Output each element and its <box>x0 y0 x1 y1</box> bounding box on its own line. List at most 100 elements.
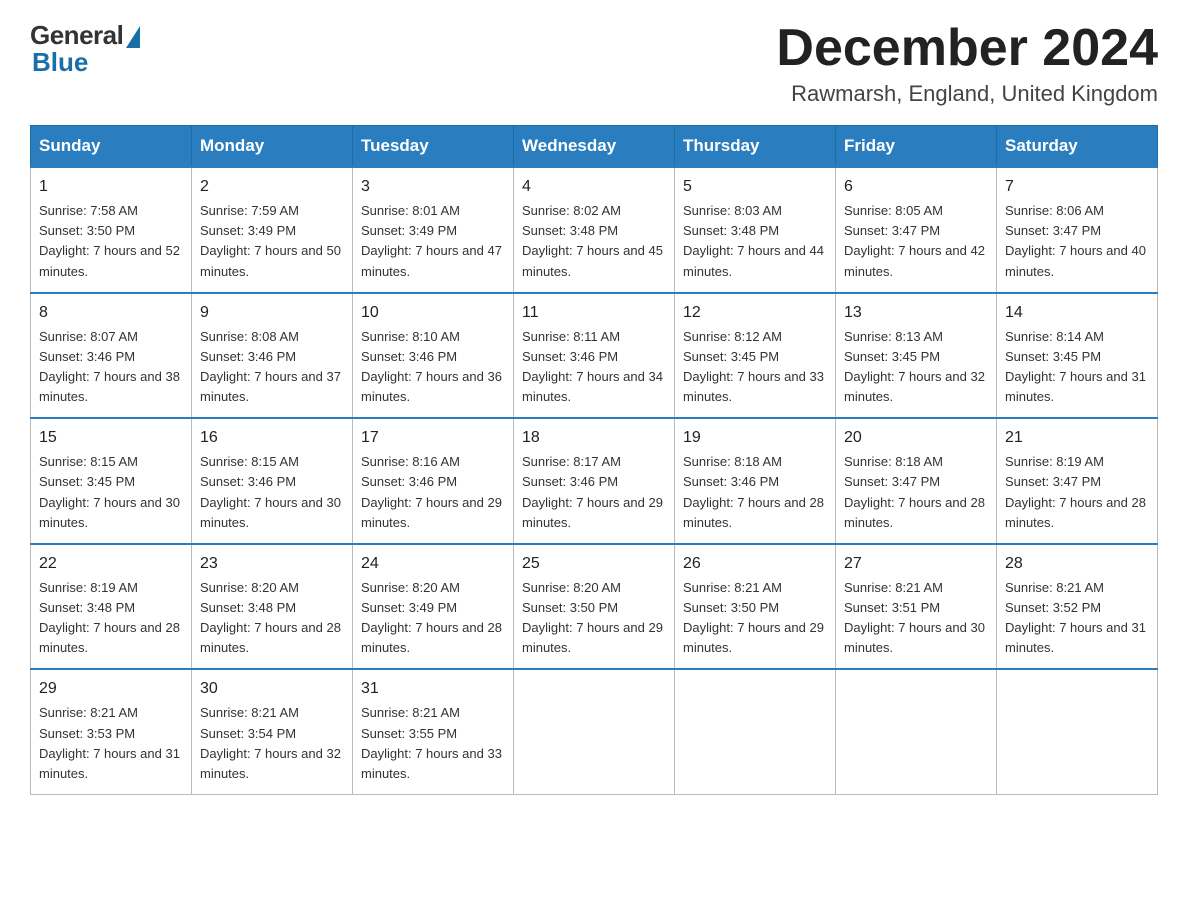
day-info: Sunrise: 8:08 AMSunset: 3:46 PMDaylight:… <box>200 329 341 404</box>
day-number: 24 <box>361 552 505 576</box>
col-header-monday: Monday <box>192 126 353 168</box>
calendar-day-cell: 20Sunrise: 8:18 AMSunset: 3:47 PMDayligh… <box>836 418 997 544</box>
calendar-day-cell: 9 Sunrise: 8:08 AMSunset: 3:46 PMDaylight… <box>192 293 353 419</box>
day-number: 11 <box>522 301 666 325</box>
day-info: Sunrise: 8:21 AMSunset: 3:53 PMDaylight:… <box>39 705 180 780</box>
day-number: 17 <box>361 426 505 450</box>
day-info: Sunrise: 8:20 AMSunset: 3:48 PMDaylight:… <box>200 580 341 655</box>
day-number: 18 <box>522 426 666 450</box>
day-info: Sunrise: 8:21 AMSunset: 3:55 PMDaylight:… <box>361 705 502 780</box>
calendar-day-cell: 6 Sunrise: 8:05 AMSunset: 3:47 PMDaylight… <box>836 167 997 293</box>
day-number: 28 <box>1005 552 1149 576</box>
calendar-week-row: 8 Sunrise: 8:07 AMSunset: 3:46 PMDaylight… <box>31 293 1158 419</box>
day-info: Sunrise: 8:07 AMSunset: 3:46 PMDaylight:… <box>39 329 180 404</box>
calendar-week-row: 29 Sunrise: 8:21 AMSunset: 3:53 PMDayligh… <box>31 669 1158 794</box>
day-info: Sunrise: 8:21 AMSunset: 3:51 PMDaylight:… <box>844 580 985 655</box>
day-number: 16 <box>200 426 344 450</box>
calendar-empty-cell <box>675 669 836 794</box>
day-number: 6 <box>844 175 988 199</box>
calendar-empty-cell <box>514 669 675 794</box>
calendar-day-cell: 26Sunrise: 8:21 AMSunset: 3:50 PMDayligh… <box>675 544 836 670</box>
calendar-day-cell: 5Sunrise: 8:03 AMSunset: 3:48 PMDaylight… <box>675 167 836 293</box>
day-number: 4 <box>522 175 666 199</box>
calendar-day-cell: 14 Sunrise: 8:14 AMSunset: 3:45 PMDayligh… <box>997 293 1158 419</box>
col-header-friday: Friday <box>836 126 997 168</box>
day-info: Sunrise: 8:01 AMSunset: 3:49 PMDaylight:… <box>361 203 502 278</box>
day-info: Sunrise: 8:14 AMSunset: 3:45 PMDaylight:… <box>1005 329 1146 404</box>
calendar-day-cell: 13Sunrise: 8:13 AMSunset: 3:45 PMDayligh… <box>836 293 997 419</box>
day-info: Sunrise: 8:12 AMSunset: 3:45 PMDaylight:… <box>683 329 824 404</box>
day-number: 23 <box>200 552 344 576</box>
calendar-day-cell: 2Sunrise: 7:59 AMSunset: 3:49 PMDaylight… <box>192 167 353 293</box>
day-number: 31 <box>361 677 505 701</box>
calendar-day-cell: 30Sunrise: 8:21 AMSunset: 3:54 PMDayligh… <box>192 669 353 794</box>
day-number: 26 <box>683 552 827 576</box>
day-number: 29 <box>39 677 183 701</box>
day-number: 7 <box>1005 175 1149 199</box>
day-info: Sunrise: 8:06 AMSunset: 3:47 PMDaylight:… <box>1005 203 1146 278</box>
month-title: December 2024 <box>776 20 1158 77</box>
page-header: General Blue December 2024 Rawmarsh, Eng… <box>30 20 1158 107</box>
logo: General Blue <box>30 20 140 78</box>
calendar-day-cell: 11 Sunrise: 8:11 AMSunset: 3:46 PMDayligh… <box>514 293 675 419</box>
calendar-day-cell: 29 Sunrise: 8:21 AMSunset: 3:53 PMDayligh… <box>31 669 192 794</box>
calendar-empty-cell <box>997 669 1158 794</box>
calendar-day-cell: 7 Sunrise: 8:06 AMSunset: 3:47 PMDaylight… <box>997 167 1158 293</box>
day-info: Sunrise: 8:10 AMSunset: 3:46 PMDaylight:… <box>361 329 502 404</box>
calendar-day-cell: 27Sunrise: 8:21 AMSunset: 3:51 PMDayligh… <box>836 544 997 670</box>
calendar-day-cell: 1Sunrise: 7:58 AMSunset: 3:50 PMDaylight… <box>31 167 192 293</box>
calendar-header-row: SundayMondayTuesdayWednesdayThursdayFrid… <box>31 126 1158 168</box>
calendar-day-cell: 25 Sunrise: 8:20 AMSunset: 3:50 PMDayligh… <box>514 544 675 670</box>
calendar-day-cell: 18Sunrise: 8:17 AMSunset: 3:46 PMDayligh… <box>514 418 675 544</box>
day-number: 14 <box>1005 301 1149 325</box>
day-info: Sunrise: 8:20 AMSunset: 3:49 PMDaylight:… <box>361 580 502 655</box>
day-info: Sunrise: 8:20 AMSunset: 3:50 PMDaylight:… <box>522 580 663 655</box>
day-info: Sunrise: 8:15 AMSunset: 3:45 PMDaylight:… <box>39 454 180 529</box>
calendar-day-cell: 28 Sunrise: 8:21 AMSunset: 3:52 PMDayligh… <box>997 544 1158 670</box>
logo-blue-text: Blue <box>32 47 88 78</box>
day-number: 8 <box>39 301 183 325</box>
calendar-week-row: 1Sunrise: 7:58 AMSunset: 3:50 PMDaylight… <box>31 167 1158 293</box>
day-info: Sunrise: 7:58 AMSunset: 3:50 PMDaylight:… <box>39 203 180 278</box>
calendar-day-cell: 24 Sunrise: 8:20 AMSunset: 3:49 PMDayligh… <box>353 544 514 670</box>
day-number: 21 <box>1005 426 1149 450</box>
day-info: Sunrise: 8:18 AMSunset: 3:46 PMDaylight:… <box>683 454 824 529</box>
calendar-table: SundayMondayTuesdayWednesdayThursdayFrid… <box>30 125 1158 795</box>
calendar-week-row: 22Sunrise: 8:19 AMSunset: 3:48 PMDayligh… <box>31 544 1158 670</box>
calendar-day-cell: 17 Sunrise: 8:16 AMSunset: 3:46 PMDayligh… <box>353 418 514 544</box>
day-number: 20 <box>844 426 988 450</box>
day-info: Sunrise: 8:05 AMSunset: 3:47 PMDaylight:… <box>844 203 985 278</box>
day-info: Sunrise: 8:11 AMSunset: 3:46 PMDaylight:… <box>522 329 663 404</box>
calendar-day-cell: 12 Sunrise: 8:12 AMSunset: 3:45 PMDayligh… <box>675 293 836 419</box>
day-info: Sunrise: 8:19 AMSunset: 3:47 PMDaylight:… <box>1005 454 1146 529</box>
day-number: 2 <box>200 175 344 199</box>
day-number: 10 <box>361 301 505 325</box>
day-info: Sunrise: 8:03 AMSunset: 3:48 PMDaylight:… <box>683 203 824 278</box>
col-header-saturday: Saturday <box>997 126 1158 168</box>
calendar-day-cell: 10 Sunrise: 8:10 AMSunset: 3:46 PMDayligh… <box>353 293 514 419</box>
day-number: 19 <box>683 426 827 450</box>
calendar-day-cell: 15 Sunrise: 8:15 AMSunset: 3:45 PMDayligh… <box>31 418 192 544</box>
day-info: Sunrise: 8:02 AMSunset: 3:48 PMDaylight:… <box>522 203 663 278</box>
day-number: 15 <box>39 426 183 450</box>
calendar-day-cell: 16Sunrise: 8:15 AMSunset: 3:46 PMDayligh… <box>192 418 353 544</box>
day-number: 13 <box>844 301 988 325</box>
day-info: Sunrise: 8:21 AMSunset: 3:54 PMDaylight:… <box>200 705 341 780</box>
calendar-week-row: 15 Sunrise: 8:15 AMSunset: 3:45 PMDayligh… <box>31 418 1158 544</box>
calendar-day-cell: 22Sunrise: 8:19 AMSunset: 3:48 PMDayligh… <box>31 544 192 670</box>
calendar-empty-cell <box>836 669 997 794</box>
day-info: Sunrise: 8:21 AMSunset: 3:52 PMDaylight:… <box>1005 580 1146 655</box>
day-info: Sunrise: 8:16 AMSunset: 3:46 PMDaylight:… <box>361 454 502 529</box>
day-number: 12 <box>683 301 827 325</box>
col-header-thursday: Thursday <box>675 126 836 168</box>
logo-triangle-icon <box>126 26 140 48</box>
calendar-day-cell: 23 Sunrise: 8:20 AMSunset: 3:48 PMDayligh… <box>192 544 353 670</box>
day-number: 25 <box>522 552 666 576</box>
day-number: 3 <box>361 175 505 199</box>
title-section: December 2024 Rawmarsh, England, United … <box>776 20 1158 107</box>
day-number: 9 <box>200 301 344 325</box>
day-info: Sunrise: 8:19 AMSunset: 3:48 PMDaylight:… <box>39 580 180 655</box>
col-header-sunday: Sunday <box>31 126 192 168</box>
calendar-day-cell: 8 Sunrise: 8:07 AMSunset: 3:46 PMDaylight… <box>31 293 192 419</box>
col-header-tuesday: Tuesday <box>353 126 514 168</box>
